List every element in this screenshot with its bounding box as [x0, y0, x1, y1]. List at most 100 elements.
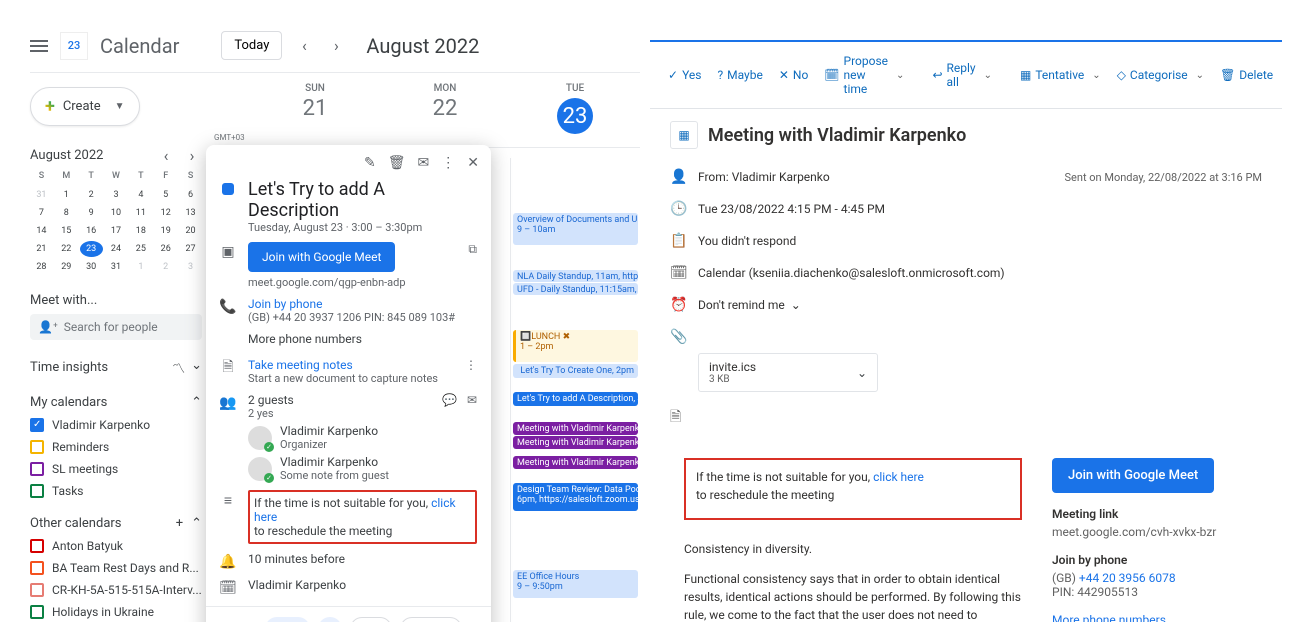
event-mtg1[interactable]: Meeting with Vladimir Karpenko, — [513, 422, 638, 435]
take-notes-link[interactable]: Take meeting notes — [248, 358, 477, 372]
checkbox-icon[interactable] — [30, 561, 44, 575]
mini-day[interactable]: 9 — [80, 205, 103, 221]
event-try-create[interactable]: Let's Try To Create One, 2pm — [513, 364, 638, 378]
create-button[interactable]: + Create ▼ — [30, 87, 140, 126]
more-icon[interactable]: ⋮ — [441, 155, 455, 171]
today-button[interactable]: Today — [221, 31, 282, 60]
calendar-item[interactable]: Tasks — [30, 484, 202, 498]
copy-link-icon[interactable]: ⧉ — [468, 242, 477, 257]
event-overview[interactable]: Overview of Documents and Upd9 – 10am — [513, 213, 638, 245]
mini-day[interactable]: 29 — [55, 259, 78, 275]
mini-day[interactable]: 23 — [80, 241, 103, 257]
mini-day[interactable]: 18 — [129, 223, 152, 239]
add-calendar-icon[interactable]: + — [176, 516, 183, 531]
event-mtg2[interactable]: Meeting with Vladimir Karpenko, — [513, 436, 638, 449]
checkbox-icon[interactable] — [30, 440, 44, 454]
phone-number-link[interactable]: +44 20 3956 6078 — [1079, 571, 1176, 585]
mini-day[interactable]: 2 — [80, 187, 103, 203]
event-try-add[interactable]: Let's Try to add A Description, 3p — [513, 392, 638, 406]
tentative-button[interactable]: ▦Tentative — [1014, 64, 1107, 86]
search-people-input[interactable]: 👤⁺ Search for people — [30, 314, 202, 340]
calendar-item[interactable]: Holidays in Ukraine — [30, 605, 202, 619]
mini-day[interactable]: 30 — [80, 259, 103, 275]
mini-day[interactable]: 4 — [129, 187, 152, 203]
response-no-button[interactable]: ✕No — [773, 64, 814, 86]
mini-day[interactable]: 3 — [179, 259, 202, 275]
checkbox-icon[interactable] — [30, 462, 44, 476]
mini-day[interactable]: 3 — [105, 187, 128, 203]
mini-day[interactable]: 11 — [129, 205, 152, 221]
rsvp-yes-dropdown[interactable]: ▾ — [318, 617, 342, 622]
delete-icon[interactable]: 🗑 — [388, 155, 406, 171]
join-meet-button[interactable]: Join with Google Meet — [1052, 458, 1214, 493]
mini-day[interactable]: 15 — [55, 223, 78, 239]
prev-week-icon[interactable]: ‹ — [294, 36, 314, 55]
weekday-column[interactable]: MON22 — [380, 73, 510, 147]
mini-day[interactable]: 7 — [30, 205, 53, 221]
propose-time-button[interactable]: 🗓Propose new time — [818, 50, 910, 100]
mini-day[interactable]: 2 — [154, 259, 177, 275]
event-ufd[interactable]: UFD - Daily Standup, 11:15am, https: — [513, 283, 638, 295]
edit-icon[interactable]: ✎ — [364, 155, 376, 171]
mini-day[interactable]: 16 — [80, 223, 103, 239]
checkbox-icon[interactable] — [30, 583, 44, 597]
calendar-item[interactable]: Anton Batyuk — [30, 539, 202, 553]
mini-day[interactable]: 6 — [179, 187, 202, 203]
event-mtg3[interactable]: Meeting with Vladimir Karpenko, — [513, 456, 638, 469]
reschedule-link[interactable]: click here — [873, 470, 924, 484]
mini-day[interactable]: 21 — [30, 241, 53, 257]
rsvp-yes-button[interactable]: Yes — [265, 617, 310, 622]
calendar-item[interactable]: BA Team Rest Days and R... — [30, 561, 202, 575]
response-maybe-button[interactable]: ?Maybe — [711, 64, 768, 86]
response-yes-button[interactable]: ✓Yes — [662, 64, 707, 86]
event-nla[interactable]: NLA Daily Standup, 11am, https://sa — [513, 270, 638, 282]
mini-day[interactable]: 14 — [30, 223, 53, 239]
mini-day[interactable]: 1 — [129, 259, 152, 275]
calendar-item[interactable]: CR-KH-5A-515-515A-Interv... — [30, 583, 202, 597]
mini-day[interactable]: 31 — [30, 187, 53, 203]
mini-day[interactable]: 26 — [154, 241, 177, 257]
other-calendars-heading[interactable]: Other calendars + ⌃ — [30, 516, 202, 531]
mini-day[interactable]: 1 — [55, 187, 78, 203]
checkbox-icon[interactable] — [30, 418, 44, 432]
attachment-item[interactable]: invite.ics 3 KB ⌄ — [698, 353, 878, 392]
mini-day[interactable]: 5 — [154, 187, 177, 203]
notes-more-icon[interactable]: ⋮ — [465, 358, 477, 372]
mini-day[interactable]: 28 — [30, 259, 53, 275]
delete-button[interactable]: 🗑Delete — [1214, 64, 1279, 86]
reply-all-button[interactable]: ↩Reply all — [926, 57, 998, 93]
event-lunch[interactable]: 🔲LUNCH ✖1 – 2pm — [513, 330, 638, 362]
mini-day[interactable]: 17 — [105, 223, 128, 239]
more-phone-link[interactable]: More phone numbers — [1052, 613, 1262, 622]
mini-day[interactable]: 27 — [179, 241, 202, 257]
mini-day[interactable]: 24 — [105, 241, 128, 257]
calendar-item[interactable]: Vladimir Karpenko — [30, 418, 202, 432]
remind-dropdown[interactable]: Don't remind me ⌄ — [698, 298, 801, 312]
calendar-item[interactable]: SL meetings — [30, 462, 202, 476]
chat-icon[interactable]: 💬 — [442, 393, 457, 407]
mini-day[interactable]: 22 — [55, 241, 78, 257]
mini-day[interactable]: 20 — [179, 223, 202, 239]
checkbox-icon[interactable] — [30, 539, 44, 553]
rsvp-no-button[interactable]: No — [350, 617, 391, 622]
mini-day[interactable]: 19 — [154, 223, 177, 239]
mini-day[interactable]: 13 — [179, 205, 202, 221]
calendar-item[interactable]: Reminders — [30, 440, 202, 454]
email-guests-icon[interactable]: ✉ — [467, 393, 477, 407]
my-calendars-heading[interactable]: My calendars ⌃ — [30, 395, 202, 410]
time-insights-heading[interactable]: Time insights 〽 ⌄ — [30, 358, 202, 377]
mini-day[interactable]: 31 — [105, 259, 128, 275]
event-office-hours[interactable]: EE Office Hours9 – 9:50pm — [513, 570, 638, 598]
menu-icon[interactable] — [30, 37, 48, 55]
join-phone-link[interactable]: Join by phone — [248, 297, 477, 311]
chevron-down-icon[interactable]: ⌄ — [857, 366, 867, 380]
weekday-column[interactable]: SUN21 — [250, 73, 380, 147]
join-meet-button[interactable]: Join with Google Meet — [248, 242, 395, 272]
next-week-icon[interactable]: › — [326, 36, 346, 55]
weekday-column[interactable]: TUE23 — [510, 73, 640, 147]
mini-day[interactable]: 25 — [129, 241, 152, 257]
checkbox-icon[interactable] — [30, 605, 44, 619]
mini-day[interactable]: 12 — [154, 205, 177, 221]
mini-next-icon[interactable]: › — [182, 146, 202, 165]
close-icon[interactable]: ✕ — [467, 155, 479, 171]
